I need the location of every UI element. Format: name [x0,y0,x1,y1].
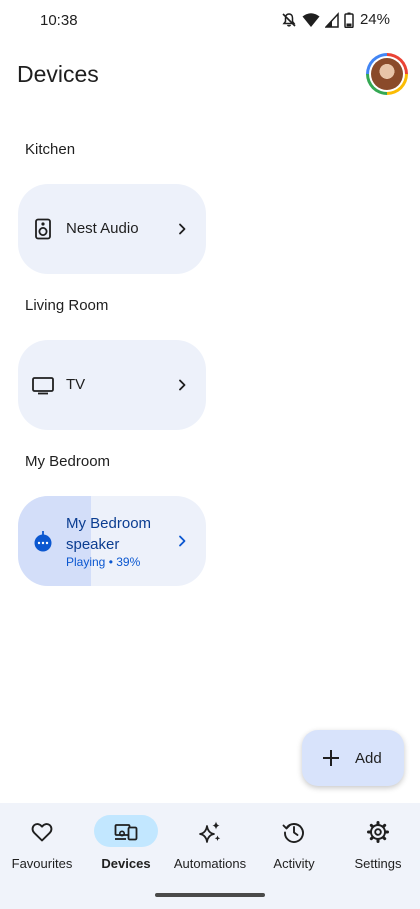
tv-icon [32,377,54,395]
device-name-line-2: speaker [66,536,120,553]
device-name: Nest Audio [66,220,139,237]
history-icon [282,823,304,843]
mute-icon [282,12,296,27]
status-icons: 24% [281,11,390,28]
device-status: Playing • 39% [66,555,141,569]
device-name: TV [66,376,86,393]
avatar-photo [371,58,403,90]
status-bar: 10:38 24% [0,0,420,40]
devices-icon [114,824,138,841]
nav-item-settings[interactable]: Settings [336,803,420,883]
device-card-nest-audio[interactable]: Nest Audio [18,184,206,274]
sparkle-icon [199,821,221,843]
avatar[interactable] [366,53,408,95]
smart-speaker-icon [34,531,52,552]
device-name-line-1: My Bedroom [66,515,152,532]
add-button[interactable]: Add [302,730,404,786]
room-label-my-bedroom: My Bedroom [25,453,111,470]
chevron-right-icon [179,223,186,235]
nav-item-devices[interactable]: Devices [84,803,168,883]
device-card-my-bedroom-speaker[interactable]: My Bedroom speaker Playing • 39% [18,496,206,586]
room-label-kitchen: Kitchen [25,141,76,158]
chevron-right-icon [179,379,186,391]
chevron-right-icon [179,535,186,547]
device-card-tv[interactable]: TV [18,340,206,430]
nav-item-automations[interactable]: Automations [168,803,252,883]
heart-icon [31,823,53,842]
battery-percentage: 24% [359,11,390,28]
battery-icon [344,12,354,28]
gear-icon [367,821,389,843]
room-label-living-room: Living Room [25,297,109,314]
plus-icon [323,750,339,766]
avatar-frame [369,56,405,92]
nav-item-favourites[interactable]: Favourites [0,803,84,883]
speaker-icon [35,218,51,240]
signal-icon [324,11,339,28]
add-button-label: Add [355,750,382,767]
wifi-icon [302,12,320,27]
gesture-bar[interactable] [155,893,265,897]
page-title: Devices [17,61,99,87]
nav-item-activity[interactable]: Activity [252,803,336,883]
device-name: My Bedroom speaker [66,513,151,555]
status-time: 10:38 [40,12,78,29]
nav-label: Settings [354,856,402,871]
